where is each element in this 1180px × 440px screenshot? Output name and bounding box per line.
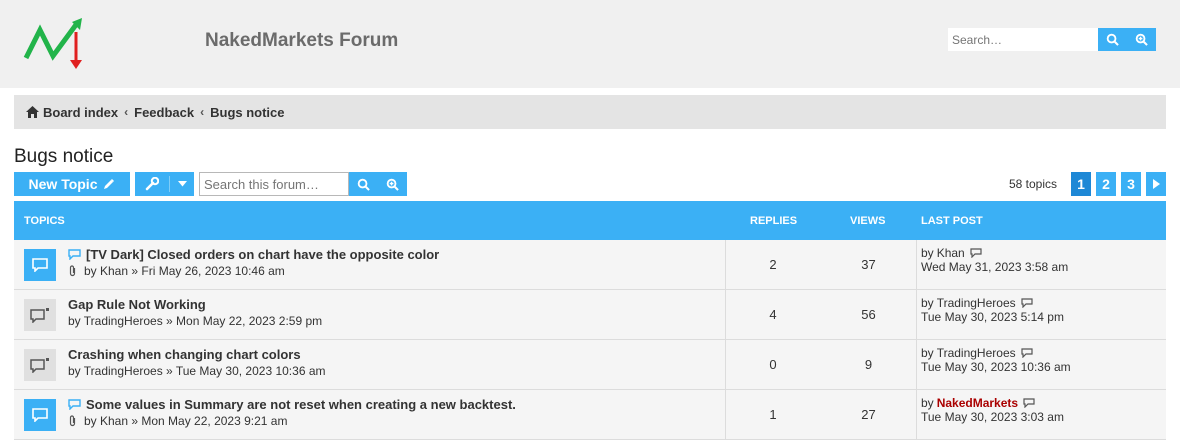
topic-title-link[interactable]: Crashing when changing chart colors bbox=[68, 347, 301, 362]
topic-list: TOPICS REPLIES VIEWS LAST POST [TV Dark]… bbox=[14, 201, 1166, 440]
last-post-by-label: by bbox=[921, 346, 934, 360]
new-post-icon[interactable] bbox=[68, 399, 81, 410]
breadcrumb-feedback[interactable]: Feedback bbox=[134, 105, 194, 120]
topic-title-link[interactable]: Gap Rule Not Working bbox=[68, 297, 206, 312]
page-link-1[interactable]: 1 bbox=[1071, 172, 1091, 196]
header-replies: REPLIES bbox=[750, 214, 798, 227]
view-count: 37 bbox=[861, 257, 876, 272]
topic-meta: by TradingHeroes » Mon May 22, 2023 2:59… bbox=[68, 314, 323, 328]
action-bar: New Topic bbox=[14, 172, 407, 196]
reply-count: 0 bbox=[769, 357, 777, 372]
header-last-post: LAST POST bbox=[921, 214, 983, 227]
breadcrumb-board-index[interactable]: Board index bbox=[43, 105, 118, 120]
site-title[interactable]: NakedMarkets Forum bbox=[205, 30, 398, 52]
advanced-search-icon bbox=[1135, 33, 1148, 46]
new-post-icon[interactable] bbox=[68, 249, 81, 260]
table-row: Crashing when changing chart colors by T… bbox=[14, 340, 1166, 390]
forum-search bbox=[199, 172, 407, 196]
header-search bbox=[948, 28, 1156, 51]
reply-count: 2 bbox=[769, 257, 777, 272]
breadcrumb-bugs-notice[interactable]: Bugs notice bbox=[210, 105, 284, 120]
page-link-3[interactable]: 3 bbox=[1121, 172, 1141, 196]
topic-count: 58 topics bbox=[1008, 177, 1057, 191]
wrench-icon bbox=[145, 177, 159, 191]
paperclip-icon bbox=[69, 265, 76, 277]
topic-unread-icon[interactable] bbox=[24, 399, 56, 431]
logo-icon bbox=[23, 18, 82, 69]
forum-search-input[interactable] bbox=[199, 172, 349, 196]
view-latest-post-icon[interactable] bbox=[1021, 298, 1033, 308]
view-latest-post-icon[interactable] bbox=[1023, 398, 1035, 408]
site-logo[interactable] bbox=[22, 16, 84, 72]
breadcrumb-separator: ‹ bbox=[200, 105, 205, 119]
topic-unread-icon[interactable] bbox=[24, 249, 56, 281]
last-post-author[interactable]: TradingHeroes bbox=[937, 296, 1016, 310]
last-post-date: Tue May 30, 2023 5:14 pm bbox=[921, 310, 1064, 324]
site-header: NakedMarkets Forum bbox=[0, 0, 1180, 88]
breadcrumb-separator: ‹ bbox=[124, 105, 129, 119]
header-search-input[interactable] bbox=[948, 28, 1098, 51]
last-post-author[interactable]: Khan bbox=[937, 246, 965, 260]
header-search-button[interactable] bbox=[1098, 28, 1127, 51]
chevron-down-icon bbox=[177, 181, 187, 187]
new-topic-button[interactable]: New Topic bbox=[14, 172, 130, 196]
reply-count: 4 bbox=[769, 307, 777, 322]
topic-list-header: TOPICS REPLIES VIEWS LAST POST bbox=[14, 201, 1166, 240]
view-latest-post-icon[interactable] bbox=[970, 248, 982, 258]
last-post-by-label: by bbox=[921, 296, 934, 310]
view-count: 56 bbox=[861, 307, 876, 322]
last-post-by-label: by bbox=[921, 396, 934, 410]
pagination: 58 topics 1 2 3 bbox=[1009, 172, 1166, 196]
topic-title-link[interactable]: Some values in Summary are not reset whe… bbox=[86, 397, 516, 412]
table-row: Some values in Summary are not reset whe… bbox=[14, 390, 1166, 440]
last-post-date: Tue May 30, 2023 10:36 am bbox=[921, 360, 1071, 374]
view-count: 27 bbox=[861, 407, 876, 422]
next-page-button[interactable] bbox=[1146, 172, 1166, 196]
last-post-date: Wed May 31, 2023 3:58 am bbox=[921, 260, 1069, 274]
last-post-author[interactable]: TradingHeroes bbox=[937, 346, 1016, 360]
last-post-date: Tue May 30, 2023 3:03 am bbox=[921, 410, 1064, 424]
last-post-author[interactable]: NakedMarkets bbox=[937, 396, 1018, 410]
pencil-icon bbox=[104, 179, 115, 189]
paperclip-icon bbox=[69, 415, 76, 427]
topic-meta: by Khan » Mon May 22, 2023 9:21 am bbox=[84, 414, 288, 428]
header-topics: TOPICS bbox=[24, 214, 65, 227]
topic-read-icon[interactable] bbox=[24, 349, 56, 381]
table-row: Gap Rule Not Working by TradingHeroes » … bbox=[14, 290, 1166, 340]
breadcrumb: Board index ‹ Feedback ‹ Bugs notice bbox=[14, 95, 1166, 129]
forum-search-button[interactable] bbox=[349, 172, 378, 196]
forum-tools-button[interactable] bbox=[135, 172, 194, 196]
table-row: [TV Dark] Closed orders on chart have th… bbox=[14, 240, 1166, 290]
home-icon bbox=[26, 106, 39, 118]
search-icon bbox=[1106, 33, 1119, 46]
new-topic-label: New Topic bbox=[28, 176, 98, 192]
chevron-right-icon bbox=[1153, 179, 1160, 189]
view-latest-post-icon[interactable] bbox=[1021, 348, 1033, 358]
forum-advanced-search-button[interactable] bbox=[378, 172, 407, 196]
page-link-2[interactable]: 2 bbox=[1096, 172, 1116, 196]
last-post-by-label: by bbox=[921, 246, 934, 260]
topic-meta: by Khan » Fri May 26, 2023 10:46 am bbox=[84, 264, 285, 278]
advanced-search-icon bbox=[386, 178, 399, 191]
topic-meta: by TradingHeroes » Tue May 30, 2023 10:3… bbox=[68, 364, 326, 378]
page-title[interactable]: Bugs notice bbox=[14, 146, 113, 168]
search-icon bbox=[357, 178, 370, 191]
topic-title-link[interactable]: [TV Dark] Closed orders on chart have th… bbox=[86, 247, 439, 262]
topic-read-icon[interactable] bbox=[24, 299, 56, 331]
header-views: VIEWS bbox=[850, 214, 886, 227]
reply-count: 1 bbox=[769, 407, 777, 422]
view-count: 9 bbox=[864, 357, 873, 372]
header-advanced-search-button[interactable] bbox=[1127, 28, 1156, 51]
